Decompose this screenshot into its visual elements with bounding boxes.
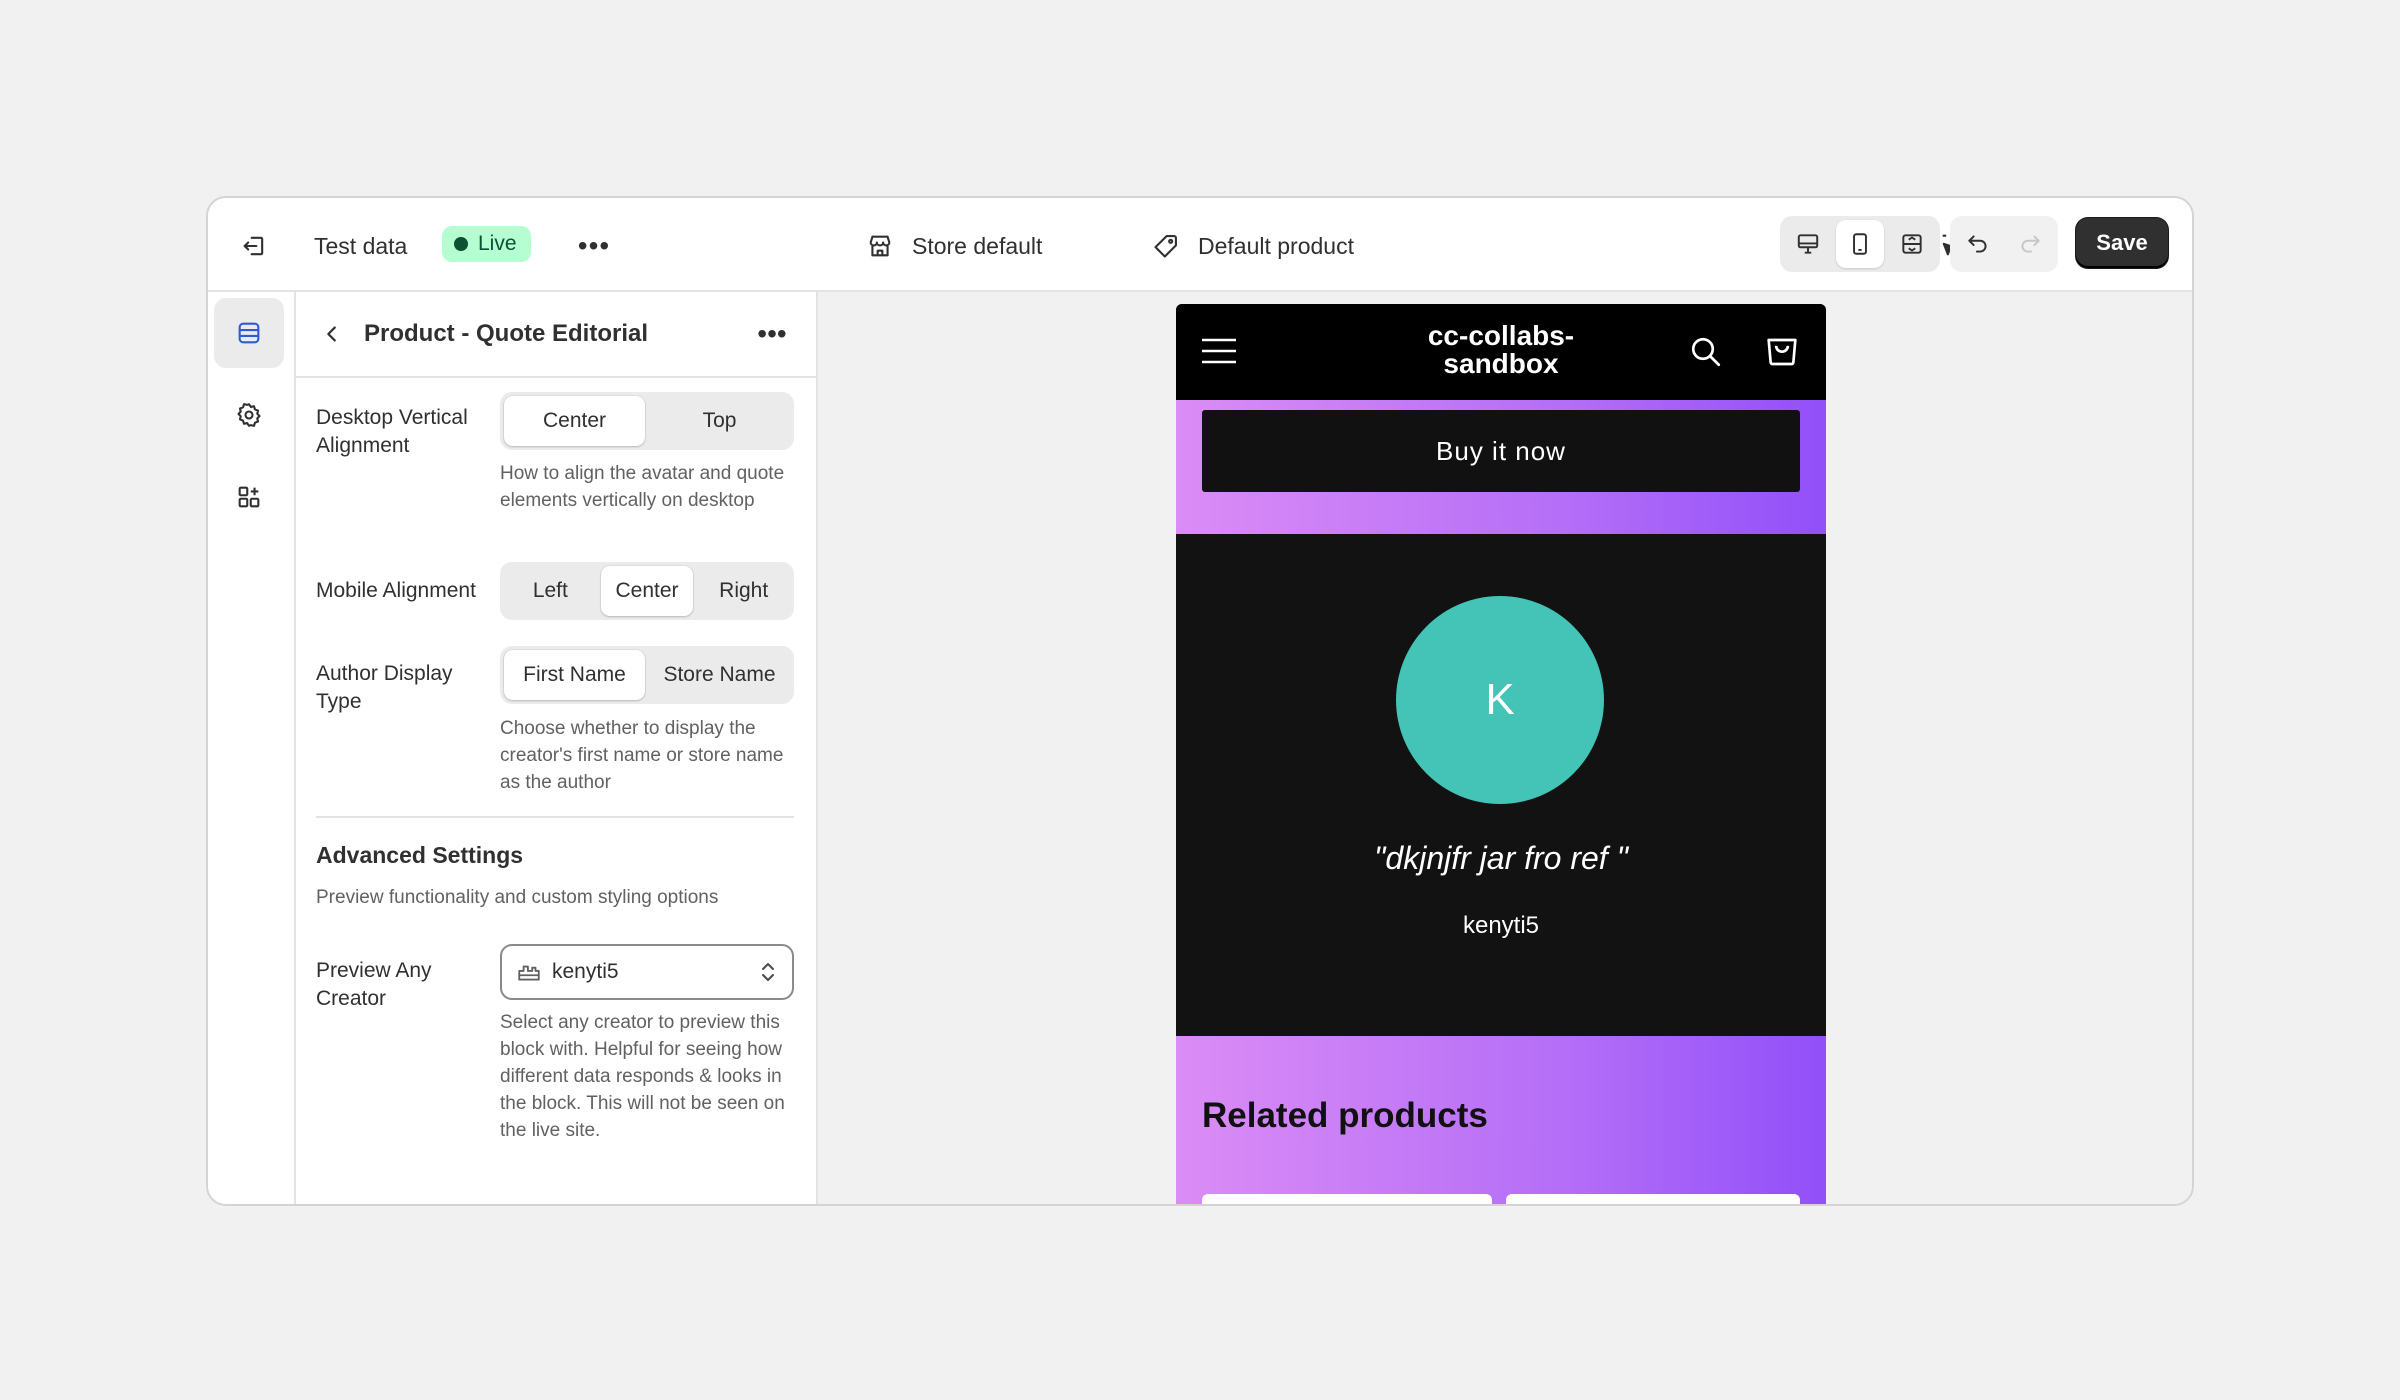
left-rail: [208, 292, 296, 1204]
gear-icon: [237, 403, 261, 427]
store-brand[interactable]: cc-collabs- sandbox: [1366, 322, 1636, 378]
desktop-icon: [1797, 234, 1819, 254]
author-first-name-option[interactable]: First Name: [504, 650, 645, 700]
desktop-align-center-option[interactable]: Center: [504, 396, 645, 446]
search-icon[interactable]: [1688, 334, 1724, 375]
store-header: cc-collabs- sandbox: [1176, 304, 1826, 400]
history-group: [1950, 216, 2058, 272]
top-bar: Test data Live ••• Store default Default…: [208, 198, 2192, 292]
mobile-align-left-option[interactable]: Left: [504, 566, 597, 616]
panel-title: Product - Quote Editorial: [364, 320, 649, 347]
mobile-align-right-option[interactable]: Right: [697, 566, 790, 616]
related-products-section: Related products: [1176, 1036, 1826, 1204]
related-products-title: Related products: [1202, 1096, 1488, 1135]
desktop-alignment-help: How to align the avatar and quote elemen…: [500, 463, 785, 511]
desktop-align-top-option[interactable]: Top: [649, 396, 790, 446]
desktop-alignment-label: Desktop Vertical Alignment: [316, 406, 468, 457]
avatar: K: [1396, 596, 1604, 804]
divider: [316, 816, 794, 818]
rail-sections-button[interactable]: [214, 298, 284, 368]
brand-line-1: cc-collabs-: [1427, 320, 1575, 351]
mobile-alignment-label: Mobile Alignment: [316, 579, 476, 602]
sections-icon: [238, 322, 260, 344]
desktop-alignment-segmented: Center Top: [500, 392, 794, 450]
store-label: Store default: [912, 232, 1043, 259]
advanced-settings-subtitle: Preview functionality and custom styling…: [316, 887, 719, 908]
theme-editor-window: Test data Live ••• Store default Default…: [206, 196, 2194, 1206]
status-dot-icon: [454, 237, 468, 251]
fullwidth-view-button[interactable]: [1888, 220, 1936, 268]
product-label: Default product: [1198, 232, 1354, 259]
settings-panel: Product - Quote Editorial ••• Desktop Ve…: [296, 292, 818, 1204]
mobile-preview-frame: cc-collabs- sandbox Buy it now K "dkjnjf…: [1176, 304, 1826, 1204]
preview-canvas: cc-collabs- sandbox Buy it now K "dkjnjf…: [818, 292, 2192, 1204]
author-store-name-option[interactable]: Store Name: [649, 650, 790, 700]
store-selector[interactable]: Store default: [866, 226, 1042, 266]
cart-icon[interactable]: [1762, 330, 1802, 375]
panel-more-button[interactable]: •••: [752, 314, 792, 354]
author-type-help: Choose whether to display the creator's …: [500, 718, 784, 793]
undo-button[interactable]: [1954, 220, 2002, 268]
desktop-view-button[interactable]: [1784, 220, 1832, 268]
more-icon: •••: [757, 318, 787, 349]
quote-editorial-block: K "dkjnjfr jar fro ref " kenyti5: [1176, 534, 1826, 1036]
product-card[interactable]: [1506, 1194, 1800, 1204]
status-label: Live: [478, 232, 517, 255]
exit-button[interactable]: [234, 226, 274, 266]
undo-icon: [1968, 235, 1987, 253]
fullwidth-icon: [1902, 234, 1922, 254]
exit-icon: [243, 236, 264, 256]
more-icon: •••: [577, 230, 611, 261]
more-actions-button[interactable]: •••: [574, 226, 614, 266]
author-type-segmented: First Name Store Name: [500, 646, 794, 704]
preview-creator-value: kenyti5: [552, 960, 619, 983]
back-button[interactable]: [312, 314, 352, 354]
author-type-label: Author Display Type: [316, 662, 453, 713]
hamburger-menu-icon[interactable]: [1202, 334, 1236, 368]
mobile-alignment-segmented: Left Center Right: [500, 562, 794, 620]
panel-header: Product - Quote Editorial •••: [296, 292, 816, 378]
quote-text: "dkjnjfr jar fro ref ": [1374, 840, 1628, 876]
redo-button[interactable]: [2006, 220, 2054, 268]
chevron-left-icon: [327, 326, 336, 342]
preview-creator-label: Preview Any Creator: [316, 959, 432, 1010]
tag-icon: [1154, 235, 1177, 258]
product-card[interactable]: [1202, 1194, 1492, 1204]
save-button[interactable]: Save: [2076, 218, 2168, 268]
buy-now-button[interactable]: Buy it now: [1202, 410, 1800, 492]
mobile-view-button[interactable]: [1836, 220, 1884, 268]
product-selector[interactable]: Default product: [1152, 226, 1354, 266]
store-icon: [516, 959, 542, 985]
select-chevron-icon: [758, 960, 778, 984]
rail-apps-button[interactable]: [214, 462, 284, 532]
rail-settings-button[interactable]: [214, 380, 284, 450]
store-icon: [869, 235, 891, 257]
preview-creator-help: Select any creator to preview this block…: [500, 1012, 785, 1141]
apps-icon: [238, 486, 260, 508]
page-title: Test data: [314, 232, 408, 259]
buy-section: Buy it now: [1176, 400, 1826, 534]
mobile-align-center-option[interactable]: Center: [600, 566, 694, 616]
preview-creator-select[interactable]: kenyti5: [500, 944, 794, 1000]
device-toggle-group: [1780, 216, 1940, 272]
advanced-settings-title: Advanced Settings: [316, 842, 524, 868]
quote-author: kenyti5: [1462, 912, 1540, 939]
redo-icon: [2021, 235, 2040, 253]
mobile-icon: [1853, 233, 1867, 255]
status-badge: Live: [442, 226, 531, 262]
brand-line-2: sandbox: [1443, 348, 1559, 379]
